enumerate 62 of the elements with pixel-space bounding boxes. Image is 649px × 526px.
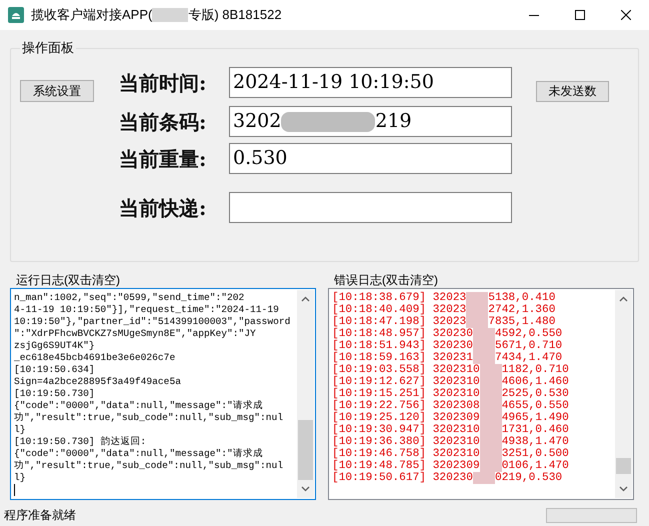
field-label: 当前条码: [119,108,208,136]
log-line: ":"XdrPFhcwBVCKZ7sMUgeSmyn8E","appKey":"JY [14,328,256,340]
log-line: l} [14,472,26,484]
log-line: [10:18:38.679] 32023 5138,0.410 [332,292,556,304]
scroll-thumb[interactable] [616,458,631,474]
group-title: 错误日志(双击清空) [334,272,438,289]
log-line: [10:19:25.120] 3202309 4965,1.490 [332,412,569,424]
redaction-blur [152,8,188,22]
field-label: 当前快递: [119,194,208,222]
scroll-up-icon [301,296,310,302]
app-icon [8,7,24,23]
log-line: [10:19:22.756] 3202308 4655,0.550 [332,400,569,412]
log-line: [10:18:47.198] 32023 7835,1.480 [332,316,556,328]
unsent-count-button[interactable]: 未发送数 [536,80,609,102]
log-line: 功","result":true,"sub_code":null,"sub_msg":nul [14,460,284,472]
log-line: [10:19:30.947] 3202310 1731,0.460 [332,424,569,436]
window-title: 专版) 8B181522 [188,6,282,24]
log-line: 功","result":true,"sub_code":null,"sub_msg":nul [14,412,284,424]
maximize-icon [575,10,585,20]
log-line: [10:18:48.957] 320230 4592,0.550 [332,328,562,340]
log-line: [10:19:36.380] 3202310 4938,1.470 [332,436,569,448]
log-line: [10:18:40.409] 32023 2742,1.360 [332,304,556,316]
group-title: 运行日志(双击清空) [16,272,120,289]
log-line: [10:19:15.251] 3202310 2525,0.530 [332,388,569,400]
log-line: n_man":1002,"seq":"0599,"send_time":"202 [14,292,244,304]
log-line: 4-11-19 10:19:50"}],"request_time":"2024-11-19 [14,304,279,316]
log-line: [10:18:59.163] 320231 7434,1.470 [332,352,562,364]
minimize-icon [529,14,539,16]
field-label: 当前时间: [119,70,208,96]
log-line: Sign=4a2bce28895f3a49f49ace5a [14,376,181,388]
scroll-down-icon [619,486,628,492]
log-line: [10:19:03.558] 3202310 1182,0.710 [332,364,569,376]
log-line: [10:19:46.758] 3202310 3251,0.500 [332,448,569,460]
log-line: [10:19:50.730] 韵达返回: [14,436,146,448]
close-icon [621,10,631,20]
log-line: [10:18:51.943] 320230 5671,0.710 [332,340,562,352]
log-line: [10:19:50.617] 320230 0219,0.530 [332,472,562,484]
input-field[interactable]: 2024-11-19 10:19:50 [229,67,512,98]
scrollbar[interactable] [297,290,314,498]
log-line: 10:19:50"},"partner_id":"514399100003","password [14,316,290,328]
text-cursor [14,484,15,496]
status-text: 程序准备就绪 [4,507,76,524]
log-line: zsjGg6S9UT4K"} [14,340,95,352]
input-field[interactable] [229,192,512,223]
log-line: {"code":"0000","data":null,"message":"请求成 [14,448,263,460]
log-line: [10:19:12.627] 3202310 4606,1.460 [332,376,569,388]
input-field[interactable]: 3202 219 [229,106,512,137]
window-title: 揽收客户端对接APP( [31,6,152,24]
scroll-thumb[interactable] [298,420,313,480]
log-textarea[interactable] [10,288,316,500]
log-line: [10:19:50.634] [14,364,95,376]
field-label: 当前重量: [119,146,208,172]
log-line: l} [14,424,26,436]
scroll-up-icon [619,296,628,302]
scroll-down-icon [301,486,310,492]
input-field[interactable]: 0.530 [229,143,512,174]
scrollbar[interactable] [615,290,632,498]
log-line: {"code":"0000","data":null,"message":"请求成 [14,400,263,412]
log-line: _ec618e45bcb4691be3e6e026c7e [14,352,176,364]
log-line: [10:19:48.785] 3202309 0106,1.470 [332,460,569,472]
log-line: [10:19:50.730] [14,388,95,400]
settings-button[interactable]: 系统设置 [20,80,94,102]
